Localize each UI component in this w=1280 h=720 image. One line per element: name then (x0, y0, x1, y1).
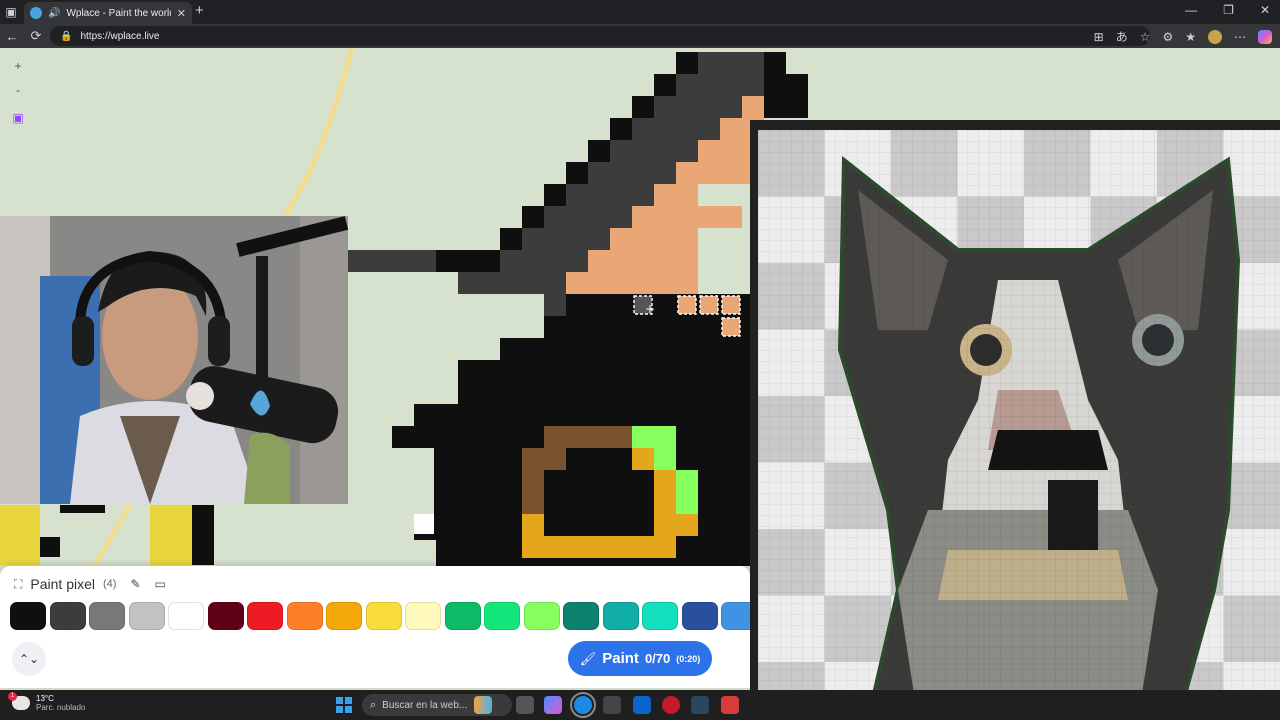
webcam-feed (0, 216, 348, 504)
minimize-icon[interactable]: — (1185, 3, 1197, 17)
app-available-icon[interactable]: ⊞ (1094, 30, 1104, 44)
weather-condition: Parc. nublado (36, 703, 86, 712)
brush-icon: 🖌 (579, 650, 597, 666)
webcam-overlay (0, 216, 348, 504)
twitch-icon[interactable]: ▣ (8, 108, 28, 128)
copilot-taskbar-icon[interactable] (544, 696, 562, 714)
palette-swatch[interactable] (247, 602, 283, 630)
pixel-count: (4) (103, 578, 117, 590)
speaker-icon[interactable]: 🔊 (48, 8, 60, 19)
paint-panel-title: Paint pixel (30, 576, 95, 592)
translate-icon[interactable]: あ (1116, 28, 1128, 45)
weather-widget[interactable]: 1 13°C Parc. nublado (8, 692, 86, 712)
browser-toolbar-right: ⊞ あ ☆ ⚙ ★ ⋯ (1094, 28, 1272, 45)
paint-button[interactable]: 🖌 Paint 0/70 (0:20) (568, 641, 712, 676)
paint-progress: 0/70 (644, 651, 671, 666)
close-icon[interactable]: ✕ (177, 7, 186, 20)
palette-swatch[interactable] (405, 602, 441, 630)
palette-swatch[interactable] (681, 602, 718, 630)
outlook-icon[interactable] (633, 696, 651, 714)
obs-icon[interactable] (603, 696, 621, 714)
reference-dog-image (758, 130, 1280, 720)
profile-avatar[interactable] (1208, 29, 1222, 44)
cloud-icon: 1 (8, 692, 30, 710)
palette-swatch[interactable] (207, 602, 244, 630)
copilot-icon[interactable] (1258, 29, 1272, 44)
more-icon[interactable]: ⋯ (1234, 30, 1246, 44)
expand-icon[interactable]: ⛶ (14, 577, 22, 592)
paint-pixel-panel: ⛶ Paint pixel (4) ✎ ▭ ⌃⌄ 🖌 Paint 0/70 (0… (0, 566, 750, 688)
weather-temperature: 13°C (36, 694, 54, 703)
url-bar[interactable]: 🔒 https://wplace.live (50, 26, 1150, 46)
palette-swatch[interactable] (365, 602, 402, 630)
palette-swatch[interactable] (444, 602, 481, 630)
store-icon[interactable] (721, 696, 739, 714)
palette-swatch[interactable] (168, 602, 204, 630)
window-menu-icon[interactable]: ▣ (0, 5, 22, 19)
opera-icon[interactable] (662, 696, 680, 714)
star-icon[interactable]: ☆ (1140, 30, 1151, 44)
palette-swatch[interactable] (602, 602, 639, 630)
search-placeholder: Buscar en la web... (382, 699, 468, 711)
paint-panel-header: ⛶ Paint pixel (4) ✎ ▭ (14, 576, 166, 592)
pencil-icon[interactable]: ✎ (130, 577, 140, 591)
balloons-app-icon[interactable] (474, 696, 492, 714)
paint-timer: (0:20) (676, 653, 701, 664)
windows-start-icon[interactable] (336, 697, 352, 713)
zoom-in-button[interactable]: + (8, 56, 28, 76)
palette-swatch[interactable] (49, 602, 86, 630)
zoom-out-button[interactable]: - (8, 80, 28, 100)
restore-icon[interactable]: ❐ (1223, 3, 1234, 17)
palette-swatch[interactable] (128, 602, 165, 630)
browser-tab-strip: ▣ 🔊 Wplace - Paint the world ✕ + — ❐ ✕ (0, 0, 1280, 24)
color-palette (10, 602, 750, 630)
edge-browser-icon[interactable] (570, 692, 596, 718)
palette-swatch[interactable] (642, 602, 678, 630)
plus-icon[interactable]: + (195, 2, 204, 19)
notification-badge: 1 (8, 692, 17, 701)
reference-image-panel (750, 120, 1280, 720)
address-toolbar: ← ⟳ 🔒 https://wplace.live ⊞ あ ☆ ⚙ ★ ⋯ (0, 24, 1280, 48)
search-icon: ⌕ (370, 698, 377, 711)
palette-swatch[interactable] (326, 602, 362, 630)
svg-text:+: + (645, 302, 655, 316)
tab-title: Wplace - Paint the world (66, 7, 171, 19)
collapse-chevron-icon[interactable]: ⌃⌄ (12, 642, 46, 676)
palette-swatch[interactable] (10, 602, 46, 630)
steam-icon[interactable] (691, 696, 709, 714)
globe-icon (30, 7, 42, 19)
paint-label: Paint (602, 650, 639, 667)
windows-taskbar: 1 13°C Parc. nublado ⌕ Buscar en la web.… (0, 690, 1280, 720)
palette-swatch[interactable] (523, 602, 560, 630)
url-text: https://wplace.live (80, 30, 160, 42)
back-arrow-icon[interactable]: ← (0, 29, 24, 44)
browser-tab[interactable]: 🔊 Wplace - Paint the world ✕ (24, 2, 192, 24)
extensions-icon[interactable]: ⚙ (1162, 30, 1173, 44)
window-controls: — ❐ ✕ (1185, 3, 1270, 17)
palette-swatch[interactable] (286, 602, 323, 630)
task-view-icon[interactable] (516, 696, 534, 714)
window-close-icon[interactable]: ✕ (1260, 3, 1270, 17)
refresh-icon[interactable]: ⟳ (24, 28, 48, 44)
eraser-icon[interactable]: ▭ (155, 577, 166, 591)
favorites-icon[interactable]: ★ (1185, 30, 1196, 44)
palette-swatch[interactable] (89, 602, 125, 630)
palette-swatch[interactable] (484, 602, 520, 630)
palette-swatch[interactable] (721, 602, 750, 630)
palette-swatch[interactable] (563, 602, 599, 630)
lock-icon: 🔒 (60, 30, 73, 42)
